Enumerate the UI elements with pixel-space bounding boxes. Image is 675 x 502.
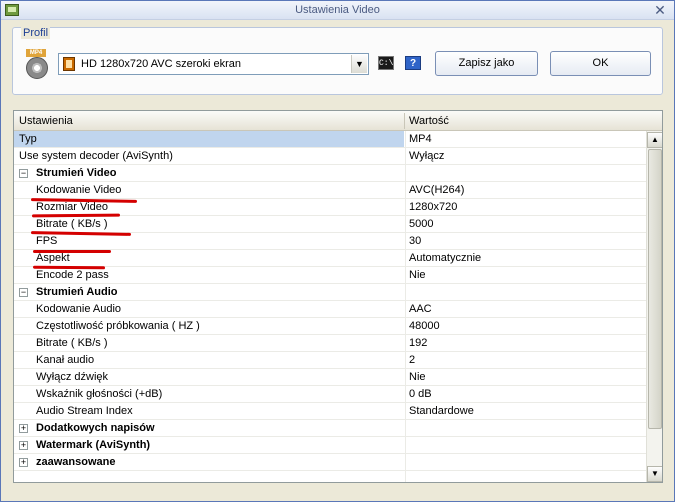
row-name: Kanał audio — [36, 354, 95, 366]
row-value — [405, 454, 646, 470]
category-label: − Strumień Video — [14, 165, 404, 181]
category-label: − Strumień Audio — [14, 284, 404, 300]
film-reel-icon — [26, 57, 48, 79]
scrollbar-thumb[interactable] — [648, 149, 662, 429]
window-title: Ustawienia Video — [295, 4, 380, 16]
column-header-settings[interactable]: Ustawienia — [19, 115, 73, 127]
vertical-scrollbar[interactable]: ▲ ▼ — [646, 131, 662, 482]
column-divider[interactable] — [404, 113, 405, 129]
row-value[interactable]: 0 dB — [405, 386, 646, 402]
profile-select-value: HD 1280x720 AVC szeroki ekran — [81, 58, 241, 70]
table-row[interactable]: Kanał audio 2 — [14, 352, 646, 369]
table-row[interactable]: Audio Stream Index Standardowe — [14, 403, 646, 420]
table-row[interactable]: Encode 2 pass Nie — [14, 267, 646, 284]
ok-button[interactable]: OK — [550, 51, 651, 76]
settings-grid: Ustawienia Wartość Typ MP4 Use system de… — [13, 110, 663, 483]
row-value — [405, 420, 646, 436]
category-row-advanced[interactable]: + zaawansowane — [14, 454, 646, 471]
category-row-subtitles[interactable]: + Dodatkowych napisów — [14, 420, 646, 437]
chevron-down-icon[interactable]: ▼ — [351, 55, 367, 73]
table-row[interactable]: Kodowanie Audio AAC — [14, 301, 646, 318]
row-name: Wyłącz dźwięk — [36, 371, 109, 383]
video-settings-dialog: Ustawienia Video ✕ Profil MP4 HD 1280x72… — [0, 0, 675, 502]
table-row[interactable]: Bitrate ( KB/s ) 192 — [14, 335, 646, 352]
row-name: Kodowanie Video — [36, 184, 122, 196]
table-row[interactable]: Wskaźnik głośności (+dB) 0 dB — [14, 386, 646, 403]
category-title: Strumień Video — [36, 167, 117, 179]
row-name: Typ — [14, 131, 404, 147]
row-value[interactable]: Nie — [405, 267, 646, 283]
table-row[interactable]: Częstotliwość próbkowania ( HZ ) 48000 — [14, 318, 646, 335]
category-row-video[interactable]: − Strumień Video — [14, 165, 646, 182]
category-row-audio[interactable]: − Strumień Audio — [14, 284, 646, 301]
row-value — [405, 165, 646, 181]
category-row-watermark[interactable]: + Watermark (AviSynth) — [14, 437, 646, 454]
table-row[interactable]: Use system decoder (AviSynth) Wyłącz — [14, 148, 646, 165]
row-value[interactable]: Wyłącz — [405, 148, 646, 164]
row-value[interactable]: Nie — [405, 369, 646, 385]
row-value[interactable]: Automatycznie — [405, 250, 646, 266]
command-line-icon[interactable]: C:\ — [378, 56, 394, 70]
save-as-button[interactable]: Zapisz jako — [435, 51, 538, 76]
collapse-icon[interactable]: − — [19, 288, 28, 297]
annotation-underline — [33, 250, 111, 253]
profile-select[interactable]: HD 1280x720 AVC szeroki ekran ▼ — [58, 53, 369, 75]
table-row[interactable]: FPS 30 — [14, 233, 646, 250]
table-row[interactable]: Kodowanie Video AVC(H264) — [14, 182, 646, 199]
category-title: zaawansowane — [36, 456, 116, 468]
table-row[interactable]: Bitrate ( KB/s ) 5000 — [14, 216, 646, 233]
close-icon[interactable]: ✕ — [652, 2, 668, 18]
profile-group-label: Profil — [21, 27, 51, 39]
row-name: Bitrate ( KB/s ) — [36, 337, 108, 349]
row-value — [405, 284, 646, 300]
column-header-value[interactable]: Wartość — [409, 115, 449, 127]
title-bar[interactable]: Ustawienia Video ✕ — [1, 1, 674, 20]
grid-header: Ustawienia Wartość — [14, 111, 662, 131]
row-name: Use system decoder (AviSynth) — [19, 150, 173, 162]
help-icon[interactable]: ? — [405, 56, 421, 70]
row-name: Częstotliwość próbkowania ( HZ ) — [36, 320, 200, 332]
category-title: Dodatkowych napisów — [36, 422, 155, 434]
expand-icon[interactable]: + — [19, 458, 28, 467]
row-value[interactable]: 1280x720 — [405, 199, 646, 215]
category-label: + Watermark (AviSynth) — [14, 437, 404, 453]
row-value[interactable]: 5000 — [405, 216, 646, 232]
row-name: Audio Stream Index — [36, 405, 133, 417]
row-value[interactable]: 192 — [405, 335, 646, 351]
row-name — [14, 471, 404, 482]
film-icon — [63, 57, 75, 71]
row-name: Encode 2 pass — [36, 269, 109, 281]
row-value — [405, 437, 646, 453]
row-value[interactable]: Standardowe — [405, 403, 646, 419]
annotation-underline — [32, 265, 106, 270]
grid-rows: Typ MP4 Use system decoder (AviSynth) Wy… — [14, 131, 646, 482]
row-value[interactable]: 30 — [405, 233, 646, 249]
category-label: + Dodatkowych napisów — [14, 420, 404, 436]
row-name: Wskaźnik głośności (+dB) — [36, 388, 163, 400]
table-row-empty — [14, 471, 646, 482]
row-value[interactable]: AVC(H264) — [405, 182, 646, 198]
category-title: Strumień Audio — [36, 286, 118, 298]
row-value[interactable]: 48000 — [405, 318, 646, 334]
row-value[interactable]: AAC — [405, 301, 646, 317]
row-name: FPS — [36, 235, 58, 247]
row-name: Bitrate ( KB/s ) — [36, 218, 108, 230]
row-name: Kodowanie Audio — [36, 303, 122, 315]
category-title: Watermark (AviSynth) — [36, 439, 151, 451]
table-row[interactable]: Wyłącz dźwięk Nie — [14, 369, 646, 386]
category-label: + zaawansowane — [14, 454, 404, 470]
expand-icon[interactable]: + — [19, 424, 28, 433]
row-value — [405, 471, 646, 482]
scroll-up-icon[interactable]: ▲ — [647, 132, 662, 148]
expand-icon[interactable]: + — [19, 441, 28, 450]
row-value[interactable]: MP4 — [405, 131, 646, 147]
profile-format-badge: MP4 — [26, 49, 46, 57]
scroll-down-icon[interactable]: ▼ — [647, 466, 662, 482]
profile-format-icon: MP4 — [24, 49, 50, 79]
table-row[interactable]: Typ MP4 — [14, 131, 646, 148]
row-value[interactable]: 2 — [405, 352, 646, 368]
collapse-icon[interactable]: − — [19, 169, 28, 178]
